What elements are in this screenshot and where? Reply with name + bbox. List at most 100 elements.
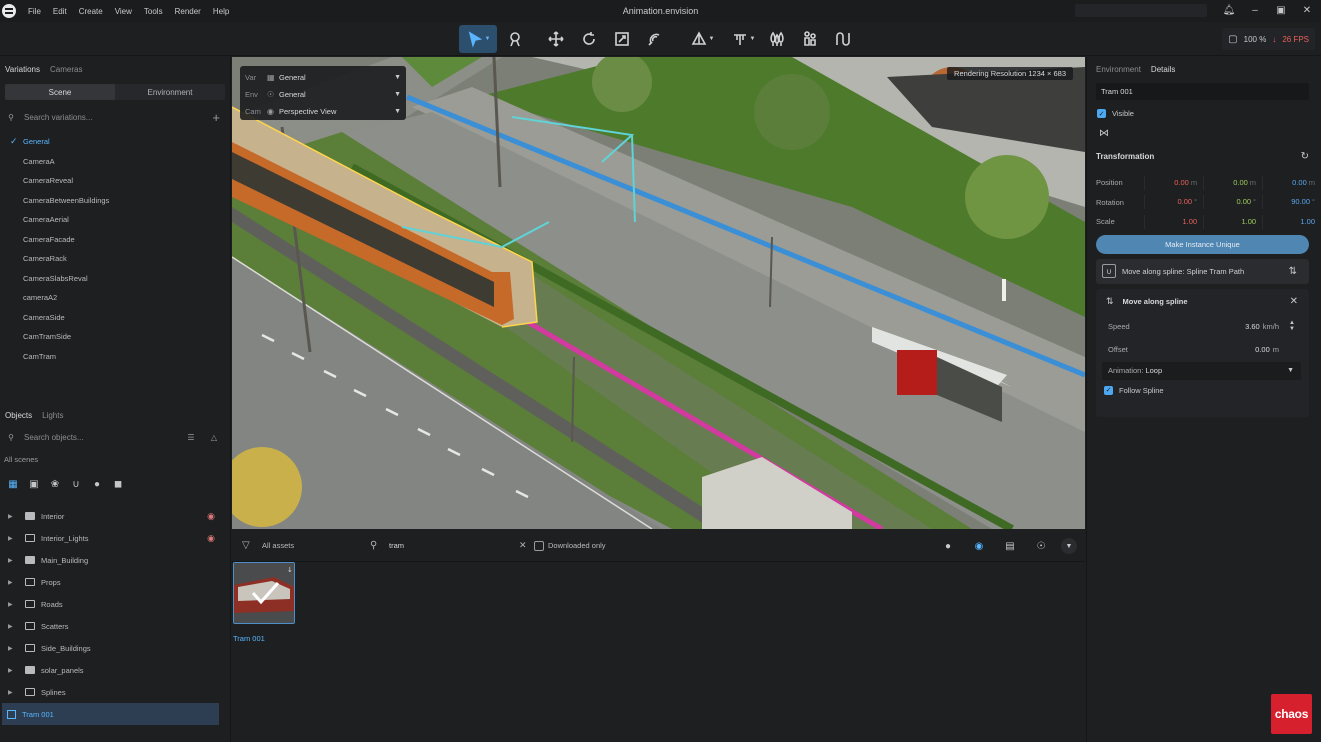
- tree-item[interactable]: ▶ Side_Buildings: [0, 637, 231, 659]
- notifications-bell-icon[interactable]: 🔔︎: [1223, 5, 1236, 17]
- bulb-icon[interactable]: ●: [91, 478, 103, 490]
- trees-icon[interactable]: ❀: [49, 478, 61, 490]
- close-icon[interactable]: ✕: [1290, 296, 1298, 307]
- select-tool-button[interactable]: ▼: [459, 25, 497, 53]
- stepper-icon[interactable]: ▲ ▼: [1287, 320, 1297, 332]
- tree-item[interactable]: ▶ Scatters: [0, 615, 231, 637]
- add-variation-icon[interactable]: +: [212, 110, 220, 125]
- tree-item[interactable]: ▶ Interior_Lights ◉: [0, 527, 231, 549]
- globe-icon[interactable]: ☉: [1035, 540, 1047, 552]
- variation-item[interactable]: CameraSide: [0, 308, 230, 328]
- expand-arrow-icon[interactable]: ▶: [8, 513, 16, 520]
- move-tool-button[interactable]: [545, 25, 567, 53]
- variation-item[interactable]: ✓ General: [0, 132, 230, 152]
- asset-filter-dropdown[interactable]: All assets: [262, 541, 294, 550]
- environment-selector[interactable]: Env ☉ General ▼: [245, 86, 401, 103]
- hidden-eye-icon[interactable]: ◉: [207, 511, 215, 522]
- segment-environment[interactable]: Environment: [115, 84, 225, 100]
- minimize-icon[interactable]: –: [1249, 5, 1261, 17]
- adjust-sliders-icon[interactable]: ⇅: [1289, 266, 1297, 277]
- filter-settings-icon[interactable]: ☰: [185, 431, 197, 443]
- pivot-icon[interactable]: ⋈: [1099, 128, 1111, 140]
- lighting-tool-button[interactable]: ▼: [727, 25, 759, 53]
- variation-item[interactable]: CamTramSide: [0, 327, 230, 347]
- downloaded-only-checkbox[interactable]: [534, 540, 544, 551]
- add-asset-icon[interactable]: △: [208, 431, 220, 443]
- reset-icon[interactable]: ↻: [1301, 151, 1309, 162]
- variation-item[interactable]: CamTram: [0, 347, 230, 367]
- position-y-field[interactable]: 0.00 m: [1203, 175, 1262, 190]
- close-window-icon[interactable]: ✕: [1301, 5, 1313, 17]
- chevron-down-icon[interactable]: ▼: [1061, 538, 1077, 554]
- asset-thumbnail[interactable]: ↓: [233, 562, 295, 624]
- spline-component-row[interactable]: ∪ Move along spline: Spline Tram Path ⇅: [1096, 258, 1309, 284]
- variation-item[interactable]: CameraRack: [0, 249, 230, 269]
- tab-objects[interactable]: Objects: [5, 411, 32, 422]
- speed-field[interactable]: Speed 3.60 km/h ▲ ▼: [1096, 315, 1309, 338]
- clear-search-icon[interactable]: ✕: [519, 540, 527, 551]
- tree-item[interactable]: ▶ Props: [0, 571, 231, 593]
- segment-scene[interactable]: Scene: [5, 84, 115, 100]
- paint-tool-button[interactable]: [504, 25, 526, 53]
- tab-details[interactable]: Details: [1151, 65, 1175, 77]
- tree-item[interactable]: ▶ Main_Building: [0, 549, 231, 571]
- offset-field[interactable]: Offset 0.00 m: [1096, 338, 1309, 361]
- variation-item[interactable]: cameraA2: [0, 288, 230, 308]
- menu-file[interactable]: File: [22, 7, 47, 16]
- rotation-x-field[interactable]: 0.00 °: [1144, 195, 1203, 210]
- snap-tool-button[interactable]: [644, 25, 666, 53]
- variation-item[interactable]: CameraA: [0, 152, 230, 172]
- objects-search-input[interactable]: Search objects...: [24, 433, 178, 442]
- menu-view[interactable]: View: [109, 7, 138, 16]
- variation-selector[interactable]: Var ▦ General ▼: [245, 69, 401, 86]
- tree-item[interactable]: ▶ Roads: [0, 593, 231, 615]
- tree-item[interactable]: ▶ solar_panels: [0, 659, 231, 681]
- tab-lights[interactable]: Lights: [42, 411, 63, 422]
- menu-help[interactable]: Help: [207, 7, 235, 16]
- tree-item[interactable]: ▶ Interior ◉: [0, 505, 231, 527]
- camera-selector[interactable]: Cam ◉ Perspective View ▼: [245, 103, 401, 120]
- menu-render[interactable]: Render: [169, 7, 207, 16]
- people-tool-button[interactable]: [799, 25, 821, 53]
- animation-mode-dropdown[interactable]: Animation: Loop ▼: [1102, 361, 1301, 380]
- scale-y-field[interactable]: 1.00: [1203, 214, 1262, 229]
- tree-item-selected[interactable]: Tram 001: [2, 703, 219, 725]
- tab-cameras[interactable]: Cameras: [50, 65, 82, 77]
- expand-arrow-icon[interactable]: ▶: [8, 557, 16, 564]
- spline-tool-button[interactable]: [832, 25, 854, 53]
- variation-item[interactable]: CameraSlabsReval: [0, 269, 230, 289]
- grid-all-icon[interactable]: ▦: [7, 478, 19, 490]
- spline-icon[interactable]: ∪: [70, 478, 82, 490]
- variation-search-input[interactable]: Search variations...: [24, 113, 205, 122]
- hidden-eye-icon[interactable]: ◉: [207, 533, 215, 544]
- tab-variations[interactable]: Variations: [5, 65, 40, 77]
- scale-z-field[interactable]: 1.00: [1262, 214, 1321, 229]
- scene-scope-label[interactable]: All scenes: [0, 455, 231, 464]
- camera-icon[interactable]: ◼: [112, 478, 124, 490]
- zoom-fit-icon[interactable]: ▢: [1228, 34, 1237, 45]
- sphere-icon[interactable]: ●: [942, 540, 954, 552]
- filter-funnel-icon[interactable]: ▽: [242, 540, 250, 551]
- expand-arrow-icon[interactable]: ▶: [8, 579, 16, 586]
- visible-toggle[interactable]: ✓ Visible: [1087, 109, 1321, 118]
- variation-item[interactable]: CameraAerial: [0, 210, 230, 230]
- global-search-box[interactable]: [1075, 4, 1207, 17]
- cube-icon[interactable]: ▣: [28, 478, 40, 490]
- variation-item[interactable]: CameraFacade: [0, 230, 230, 250]
- menu-create[interactable]: Create: [73, 7, 109, 16]
- position-x-field[interactable]: 0.00 m: [1144, 175, 1203, 190]
- app-logo-icon[interactable]: [0, 2, 18, 20]
- rotation-z-field[interactable]: 90.00 °: [1262, 195, 1321, 210]
- rotate-tool-button[interactable]: [578, 25, 600, 53]
- follow-spline-toggle[interactable]: ✓ Follow Spline: [1096, 385, 1309, 395]
- folder-icon[interactable]: ▤: [1004, 540, 1016, 552]
- expand-arrow-icon[interactable]: ▶: [8, 667, 16, 674]
- 3d-viewport[interactable]: Var ▦ General ▼ Env ☉ General ▼ Cam ◉ Pe…: [232, 57, 1085, 529]
- place-object-button[interactable]: ▼: [686, 25, 718, 53]
- rendering-resolution-badge[interactable]: Rendering Resolution 1234 × 683: [947, 67, 1073, 80]
- scale-tool-button[interactable]: [611, 25, 633, 53]
- expand-arrow-icon[interactable]: ▶: [8, 623, 16, 630]
- position-z-field[interactable]: 0.00 m: [1262, 175, 1321, 190]
- menu-edit[interactable]: Edit: [47, 7, 73, 16]
- make-instance-unique-button[interactable]: Make Instance Unique: [1096, 234, 1309, 254]
